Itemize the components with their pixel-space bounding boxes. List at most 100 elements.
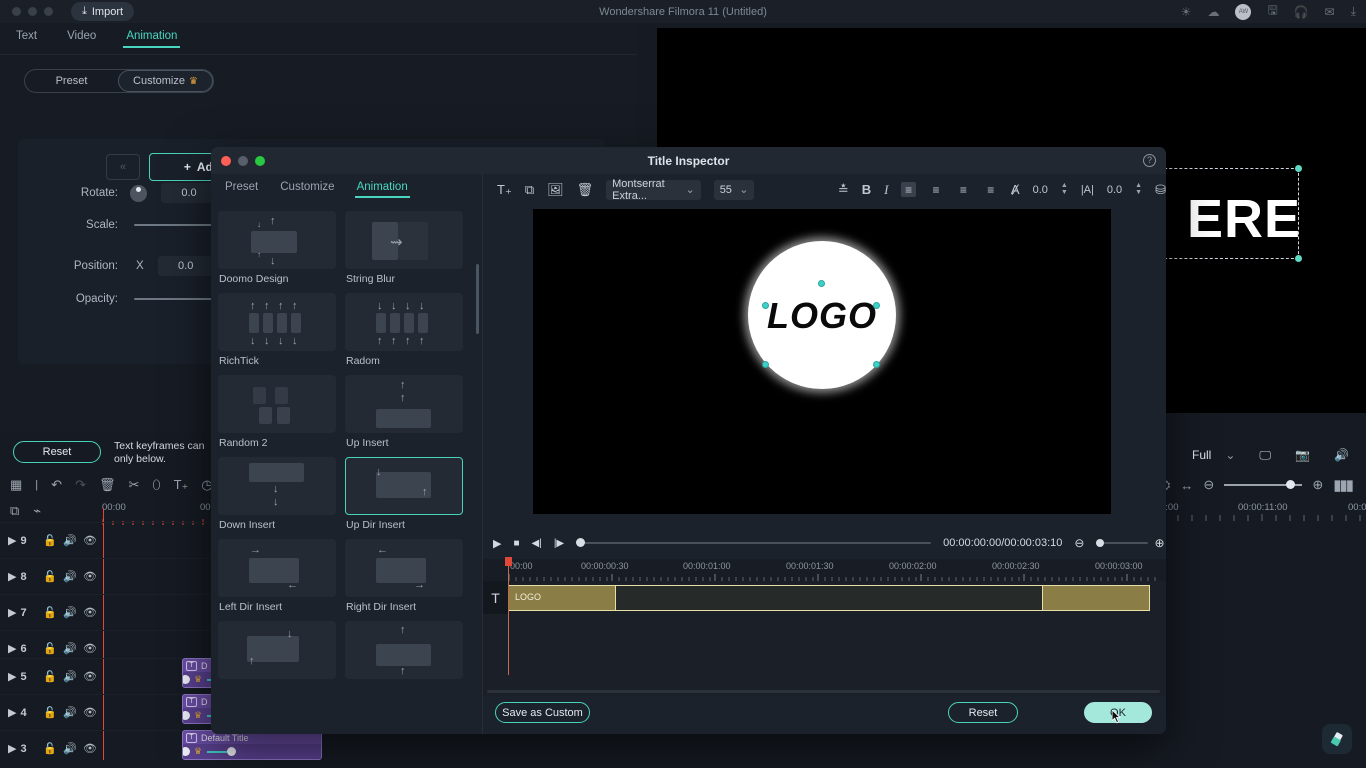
- play-icon[interactable]: ▶: [493, 537, 501, 550]
- eye-icon[interactable]: 👁: [80, 534, 100, 547]
- quality-value[interactable]: Full: [1192, 448, 1211, 462]
- line-height-value[interactable]: 0.0: [1107, 184, 1122, 196]
- filmora-logo-icon[interactable]: [1322, 724, 1352, 754]
- maximize-dot-icon[interactable]: [44, 7, 53, 16]
- eye-icon[interactable]: 👁: [80, 742, 100, 755]
- animation-item-partial-a[interactable]: ↓ ↑: [218, 621, 336, 683]
- cloud-icon[interactable]: ☁: [1207, 5, 1219, 19]
- redo-icon[interactable]: ↷: [75, 477, 86, 493]
- unlock-icon[interactable]: 🔓: [40, 606, 60, 619]
- zoom-out-icon[interactable]: ⊖: [1074, 536, 1084, 550]
- tab-animation[interactable]: Animation: [123, 30, 181, 48]
- title-preview-canvas[interactable]: LOGO: [533, 209, 1111, 514]
- resize-handle-tr[interactable]: [1295, 165, 1302, 172]
- volume-icon[interactable]: 🔊: [1334, 448, 1349, 462]
- dialog-timeline[interactable]: T LOGO: [483, 581, 1166, 696]
- timeline-hscrollbar[interactable]: [487, 690, 1160, 693]
- scissors-icon[interactable]: ✂: [128, 477, 139, 493]
- duplicate-icon[interactable]: ⧉: [10, 503, 19, 519]
- bold-button[interactable]: B: [862, 182, 871, 197]
- snapshot-icon[interactable]: 📷: [1295, 448, 1310, 462]
- dialog-tab-animation[interactable]: Animation: [354, 181, 410, 198]
- tab-text[interactable]: Text: [16, 30, 37, 47]
- account-avatar[interactable]: AW: [1235, 3, 1252, 20]
- zoom-in-icon[interactable]: ⊕: [1154, 536, 1164, 550]
- save-icon[interactable]: 🖫: [1267, 1, 1277, 22]
- player-progress-track[interactable]: [576, 538, 932, 547]
- download-icon[interactable]: ⤓: [1351, 4, 1356, 19]
- zoom-in-icon[interactable]: ⊕: [1312, 477, 1323, 493]
- animation-item-down-insert[interactable]: ↓ ↓ Down Insert: [218, 457, 336, 531]
- panel-reset-button[interactable]: Reset: [13, 441, 101, 463]
- mail-icon[interactable]: ✉: [1325, 5, 1335, 19]
- keyframe-dot[interactable]: [227, 747, 236, 756]
- unlock-icon[interactable]: 🔓: [40, 570, 60, 583]
- animation-item-left-dir-insert[interactable]: → ← Left Dir Insert: [218, 539, 336, 613]
- animation-grid[interactable]: ↑ ↓ ↑ ↓ Doomo Design ⇝ String Blur ↑ ↑ ↑…: [211, 205, 482, 734]
- reset-button[interactable]: Reset: [948, 702, 1018, 723]
- prev-frame-icon[interactable]: ◀|: [532, 538, 542, 549]
- speaker-icon[interactable]: 🔊: [60, 570, 80, 583]
- minimize-dot-icon[interactable]: [28, 7, 37, 16]
- rotate-knob[interactable]: [130, 184, 147, 202]
- dialog-timeline-ruler[interactable]: 00:00 00:00:00:30 00:00:01:00 00:00:01:3…: [483, 559, 1166, 581]
- keyframe-dot[interactable]: [183, 711, 190, 720]
- char-spacing-stepper[interactable]: ▲ ▼: [1061, 182, 1068, 196]
- speaker-icon[interactable]: 🔊: [60, 534, 80, 547]
- eye-icon[interactable]: 👁: [80, 570, 100, 583]
- window-controls[interactable]: [12, 7, 53, 16]
- handle-top-left[interactable]: [762, 302, 769, 309]
- line-spacing-icon[interactable]: ≛: [838, 182, 849, 198]
- speaker-icon[interactable]: 🔊: [60, 606, 80, 619]
- zoom-slider-knob[interactable]: [1286, 480, 1296, 489]
- dialog-tab-customize[interactable]: Customize: [280, 181, 334, 198]
- advanced-icon[interactable]: ⛁: [1155, 182, 1166, 198]
- animation-item-up-insert[interactable]: ↑ ↑ Up Insert: [345, 375, 463, 449]
- speaker-icon[interactable]: 🔊: [60, 642, 80, 655]
- title-timeline-clip[interactable]: LOGO: [508, 585, 1150, 611]
- save-as-custom-button[interactable]: Save as Custom: [495, 702, 590, 723]
- zoom-slider[interactable]: [1224, 480, 1303, 489]
- help-icon[interactable]: ?: [1143, 154, 1156, 167]
- chevron-down-icon[interactable]: ⌄: [1225, 448, 1235, 462]
- keyframe-dot[interactable]: [183, 675, 190, 684]
- timeline-clip-3[interactable]: T Default Title ♛: [182, 730, 322, 760]
- italic-button[interactable]: I: [884, 182, 888, 198]
- animation-item-right-dir-insert[interactable]: ← → Right Dir Insert: [345, 539, 463, 613]
- eye-icon[interactable]: 👁: [80, 670, 100, 683]
- import-button[interactable]: ⤓ Import: [71, 2, 135, 21]
- tab-video[interactable]: Video: [67, 30, 96, 47]
- align-right-icon[interactable]: ≡: [956, 182, 970, 197]
- animation-item-richtick[interactable]: ↑ ↑ ↑ ↑ ↓ ↓ ↓ ↓ RichTick: [218, 293, 336, 367]
- eye-icon[interactable]: 👁: [80, 706, 100, 719]
- add-image-icon[interactable]: 🖼: [547, 182, 564, 198]
- dialog-playhead-handle[interactable]: [505, 557, 512, 566]
- prev-keyframe-button[interactable]: «: [106, 154, 140, 180]
- unlock-icon[interactable]: 🔓: [40, 670, 60, 683]
- animation-item-radom[interactable]: ↓ ↓ ↓ ↓ ↑ ↑ ↑ ↑ Radom: [345, 293, 463, 367]
- char-spacing-value[interactable]: 0.0: [1033, 184, 1048, 196]
- eye-icon[interactable]: 👁: [80, 606, 100, 619]
- grid-icon[interactable]: ▦: [10, 477, 22, 493]
- eye-icon[interactable]: 👁: [80, 642, 100, 655]
- animation-item-string-blur[interactable]: ⇝ String Blur: [345, 211, 463, 285]
- clip-out-animation-segment[interactable]: [1043, 586, 1149, 610]
- bulb-icon[interactable]: ☀: [1181, 5, 1192, 19]
- keyframe-dot[interactable]: [183, 747, 190, 756]
- fit-icon[interactable]: ↔: [1180, 478, 1193, 493]
- speaker-icon[interactable]: 🔊: [60, 706, 80, 719]
- unlock-icon[interactable]: 🔓: [40, 742, 60, 755]
- unlink-icon[interactable]: ⌁: [33, 503, 41, 519]
- segment-customize[interactable]: Customize ♛: [118, 70, 213, 92]
- unlock-icon[interactable]: 🔓: [40, 642, 60, 655]
- handle-bottom-left[interactable]: [762, 361, 769, 368]
- keyframe-bar[interactable]: [207, 751, 227, 753]
- unlock-icon[interactable]: 🔓: [40, 706, 60, 719]
- delete-icon[interactable]: 🗑: [99, 477, 116, 493]
- timeline-zoom-track[interactable]: [1096, 538, 1149, 547]
- speaker-icon[interactable]: 🔊: [60, 742, 80, 755]
- resize-handle-br[interactable]: [1295, 255, 1302, 262]
- preview-selection-box[interactable]: [1154, 165, 1302, 262]
- align-left-icon[interactable]: ≡: [901, 182, 916, 197]
- headset-icon[interactable]: 🎧: [1294, 5, 1309, 19]
